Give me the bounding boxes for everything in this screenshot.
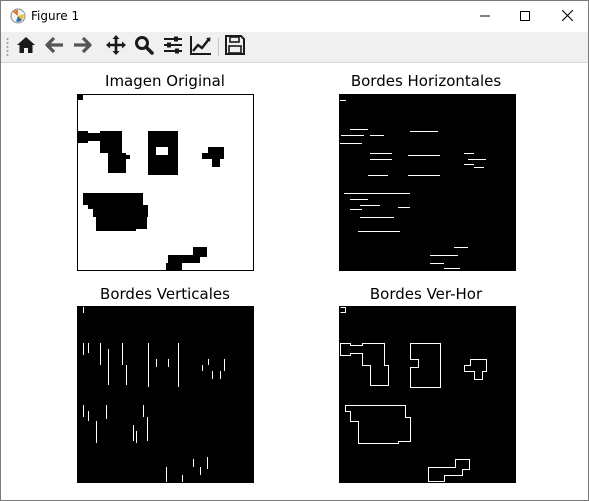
subplot-title-vertical: Bordes Verticales xyxy=(100,285,230,303)
maximize-button[interactable] xyxy=(503,1,547,32)
minimize-button[interactable] xyxy=(463,1,507,32)
close-icon xyxy=(561,8,573,26)
subplot-original-image xyxy=(77,94,254,271)
line-chart-icon xyxy=(190,35,212,60)
subplot-combined-edges xyxy=(339,306,516,483)
pan-button[interactable] xyxy=(103,34,129,61)
figure-canvas[interactable]: Imagen Original Bordes Horizontales Bord… xyxy=(1,63,588,500)
toolbar-separator xyxy=(218,38,219,56)
navigation-toolbar xyxy=(1,32,588,63)
configure-subplots-button[interactable] xyxy=(160,35,186,59)
sliders-icon xyxy=(163,36,183,59)
subplot-vertical-edges xyxy=(77,306,254,483)
arrow-right-icon xyxy=(72,36,92,59)
back-button[interactable] xyxy=(42,35,68,59)
subplot-title-original: Imagen Original xyxy=(105,72,225,90)
close-button[interactable] xyxy=(545,1,589,32)
magnifier-icon xyxy=(134,35,154,60)
floppy-disk-icon xyxy=(225,34,245,60)
arrow-left-icon xyxy=(45,36,65,59)
minimize-icon xyxy=(480,8,490,26)
home-icon xyxy=(16,36,36,59)
figure-window: Figure 1 Imagen Original Bordes Horizont… xyxy=(0,0,589,501)
maximize-icon xyxy=(520,8,530,26)
home-button[interactable] xyxy=(13,35,39,59)
move-icon xyxy=(105,34,127,61)
save-button[interactable] xyxy=(222,34,248,60)
edit-axis-button[interactable] xyxy=(188,35,214,59)
matplotlib-figure-icon xyxy=(10,8,26,24)
subplot-horizontal-edges xyxy=(339,94,516,271)
zoom-button[interactable] xyxy=(131,35,157,59)
forward-button[interactable] xyxy=(69,35,95,59)
title-bar[interactable]: Figure 1 xyxy=(1,1,588,32)
subplot-title-combined: Bordes Ver-Hor xyxy=(369,285,483,303)
window-title: Figure 1 xyxy=(31,9,80,23)
toolbar-grip-icon xyxy=(6,37,9,57)
subplot-title-horizontal: Bordes Horizontales xyxy=(350,72,502,90)
